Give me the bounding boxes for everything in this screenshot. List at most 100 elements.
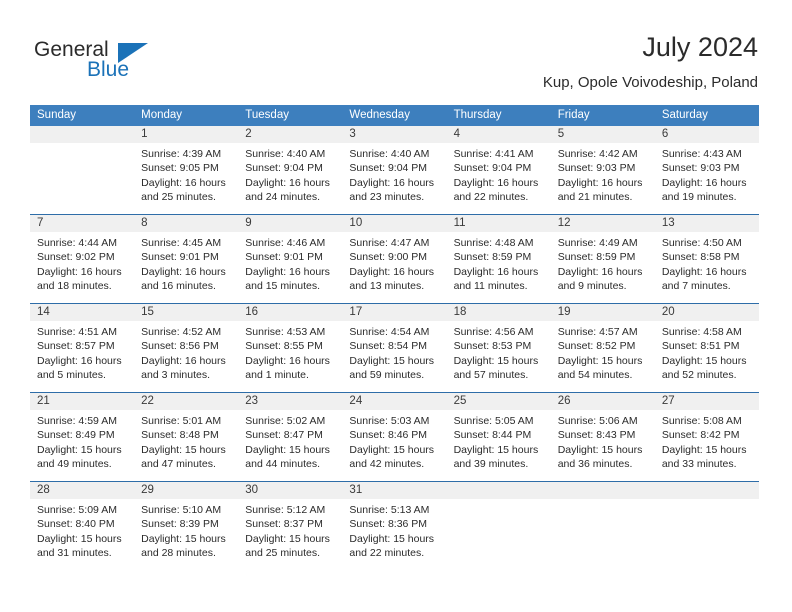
calendar-day-cell[interactable]: 23 Sunrise: 5:02 AM Sunset: 8:47 PM Dayligh…: [238, 393, 343, 481]
day-detail-line: and 39 minutes.: [453, 458, 529, 471]
day-detail-line: and 33 minutes.: [661, 458, 737, 471]
calendar-day-cell[interactable]: 15 Sunrise: 4:52 AM Sunset: 8:56 PM Dayligh…: [134, 304, 239, 392]
day-detail-line: Daylight: 15 hours: [141, 443, 226, 456]
day-detail-line: and 21 minutes.: [557, 191, 633, 204]
calendar-day-cell[interactable]: 10 Sunrise: 4:47 AM Sunset: 9:00 PM Dayligh…: [342, 215, 447, 303]
calendar-day-cell[interactable]: 8 Sunrise: 4:45 AM Sunset: 9:01 PM Daylight…: [134, 215, 239, 303]
day-detail-line: Sunset: 8:55 PM: [245, 340, 323, 353]
day-detail-line: Daylight: 15 hours: [557, 354, 643, 367]
brand-logo[interactable]: General Blue: [34, 38, 214, 90]
calendar-day-cell[interactable]: 6 Sunrise: 4:43 AM Sunset: 9:03 PM Daylight…: [654, 126, 759, 214]
day-detail-line: Daylight: 15 hours: [245, 532, 330, 545]
calendar-day-cell[interactable]: 29 Sunrise: 5:10 AM Sunset: 8:39 PM Dayligh…: [134, 482, 239, 570]
day-number: 23: [238, 393, 343, 410]
day-detail-line: and 16 minutes.: [141, 280, 216, 293]
day-detail-line: and 18 minutes.: [37, 280, 112, 293]
calendar-day-cell[interactable]: 1 Sunrise: 4:39 AM Sunset: 9:05 PM Daylight…: [134, 126, 239, 214]
calendar-day-cell[interactable]: 19 Sunrise: 4:57 AM Sunset: 8:52 PM Dayligh…: [550, 304, 655, 392]
day-detail-line: and 44 minutes.: [245, 458, 320, 471]
day-details: Sunrise: 4:46 AM Sunset: 9:01 PM Daylight:…: [238, 232, 342, 294]
day-detail-line: and 9 minutes.: [557, 280, 627, 293]
calendar-day-cell[interactable]: 18 Sunrise: 4:56 AM Sunset: 8:53 PM Dayligh…: [446, 304, 551, 392]
weekday-header-friday: Friday: [557, 109, 590, 121]
day-details: Sunrise: 5:08 AM Sunset: 8:42 PM Daylight:…: [655, 410, 759, 472]
calendar-day-cell-empty: [446, 482, 551, 570]
day-detail-line: and 1 minute.: [245, 369, 309, 382]
weekday-header-sunday: Sunday: [37, 109, 77, 121]
calendar-day-cell[interactable]: 2 Sunrise: 4:40 AM Sunset: 9:04 PM Daylight…: [238, 126, 343, 214]
day-details: Sunrise: 4:50 AM Sunset: 8:58 PM Daylight:…: [655, 232, 759, 294]
calendar-day-cell[interactable]: 30 Sunrise: 5:12 AM Sunset: 8:37 PM Dayligh…: [238, 482, 343, 570]
day-detail-line: Sunrise: 4:58 AM: [661, 326, 742, 338]
day-details: [447, 499, 551, 503]
day-detail-line: and 59 minutes.: [349, 369, 425, 382]
calendar-day-cell[interactable]: 11 Sunrise: 4:48 AM Sunset: 8:59 PM Dayligh…: [446, 215, 551, 303]
calendar-day-cell[interactable]: 21 Sunrise: 4:59 AM Sunset: 8:49 PM Dayligh…: [30, 393, 135, 481]
day-details: Sunrise: 4:59 AM Sunset: 8:49 PM Daylight:…: [30, 410, 134, 472]
day-detail-line: Sunset: 9:05 PM: [141, 162, 219, 175]
calendar-day-cell[interactable]: 14 Sunrise: 4:51 AM Sunset: 8:57 PM Dayligh…: [30, 304, 135, 392]
day-detail-line: Daylight: 16 hours: [349, 265, 435, 278]
day-detail-line: Sunrise: 4:53 AM: [245, 326, 326, 338]
day-number: [446, 482, 551, 499]
day-detail-line: and 52 minutes.: [661, 369, 737, 382]
day-detail-line: Sunset: 8:36 PM: [349, 518, 428, 531]
day-detail-line: Sunrise: 4:56 AM: [453, 326, 534, 338]
day-detail-line: Sunrise: 4:54 AM: [349, 326, 430, 338]
day-detail-line: Sunrise: 4:48 AM: [453, 237, 534, 249]
calendar-day-cell[interactable]: 20 Sunrise: 4:58 AM Sunset: 8:51 PM Dayligh…: [654, 304, 759, 392]
calendar-week-row: 14 Sunrise: 4:51 AM Sunset: 8:57 PM Dayligh…: [30, 303, 759, 392]
day-detail-line: Daylight: 16 hours: [245, 176, 330, 189]
day-details: Sunrise: 4:52 AM Sunset: 8:56 PM Daylight:…: [134, 321, 238, 383]
day-details: Sunrise: 4:40 AM Sunset: 9:04 PM Daylight:…: [238, 143, 342, 205]
day-detail-line: Sunset: 9:03 PM: [557, 162, 636, 175]
day-number: 16: [238, 304, 343, 321]
calendar-day-cell[interactable]: 12 Sunrise: 4:49 AM Sunset: 8:59 PM Dayligh…: [550, 215, 655, 303]
day-number: 18: [446, 304, 551, 321]
page-title: July 2024: [642, 32, 758, 62]
day-detail-line: Sunset: 9:04 PM: [349, 162, 428, 175]
day-details: Sunrise: 4:41 AM Sunset: 9:04 PM Daylight:…: [447, 143, 551, 205]
calendar-day-cell[interactable]: 16 Sunrise: 4:53 AM Sunset: 8:55 PM Dayligh…: [238, 304, 343, 392]
day-detail-line: Sunrise: 4:42 AM: [557, 148, 638, 160]
day-number: 27: [654, 393, 759, 410]
calendar-day-cell[interactable]: 4 Sunrise: 4:41 AM Sunset: 9:04 PM Daylight…: [446, 126, 551, 214]
day-detail-line: Sunrise: 5:12 AM: [245, 504, 326, 516]
day-detail-line: and 7 minutes.: [661, 280, 731, 293]
day-details: Sunrise: 4:44 AM Sunset: 9:02 PM Daylight:…: [30, 232, 134, 294]
day-number: 10: [342, 215, 447, 232]
calendar-day-cell[interactable]: 24 Sunrise: 5:03 AM Sunset: 8:46 PM Dayligh…: [342, 393, 447, 481]
day-number: 30: [238, 482, 343, 499]
calendar-day-cell[interactable]: 13 Sunrise: 4:50 AM Sunset: 8:58 PM Dayligh…: [654, 215, 759, 303]
calendar-day-cell[interactable]: 9 Sunrise: 4:46 AM Sunset: 9:01 PM Daylight…: [238, 215, 343, 303]
calendar-day-cell[interactable]: 27 Sunrise: 5:08 AM Sunset: 8:42 PM Dayligh…: [654, 393, 759, 481]
calendar-day-cell[interactable]: 25 Sunrise: 5:05 AM Sunset: 8:44 PM Dayligh…: [446, 393, 551, 481]
day-detail-line: Sunset: 8:52 PM: [557, 340, 636, 353]
calendar-day-cell[interactable]: 31 Sunrise: 5:13 AM Sunset: 8:36 PM Dayligh…: [342, 482, 447, 570]
day-detail-line: Daylight: 16 hours: [453, 176, 539, 189]
calendar-day-cell[interactable]: 3 Sunrise: 4:40 AM Sunset: 9:04 PM Daylight…: [342, 126, 447, 214]
day-detail-line: Sunrise: 4:39 AM: [141, 148, 222, 160]
location-subtitle: Kup, Opole Voivodeship, Poland: [542, 74, 758, 91]
day-detail-line: and 25 minutes.: [245, 547, 320, 560]
day-details: Sunrise: 4:51 AM Sunset: 8:57 PM Daylight:…: [30, 321, 134, 383]
day-detail-line: and 15 minutes.: [245, 280, 320, 293]
day-detail-line: Daylight: 15 hours: [37, 532, 122, 545]
calendar-day-cell[interactable]: 22 Sunrise: 5:01 AM Sunset: 8:48 PM Dayligh…: [134, 393, 239, 481]
day-details: Sunrise: 5:03 AM Sunset: 8:46 PM Daylight:…: [342, 410, 446, 472]
day-number: 8: [134, 215, 239, 232]
day-detail-line: Daylight: 15 hours: [141, 532, 226, 545]
day-detail-line: Sunset: 8:53 PM: [453, 340, 532, 353]
calendar-day-cell[interactable]: 17 Sunrise: 4:54 AM Sunset: 8:54 PM Dayligh…: [342, 304, 447, 392]
day-details: Sunrise: 5:12 AM Sunset: 8:37 PM Daylight:…: [238, 499, 342, 561]
calendar-week-row: 28 Sunrise: 5:09 AM Sunset: 8:40 PM Dayligh…: [30, 481, 759, 570]
calendar-day-cell[interactable]: 26 Sunrise: 5:06 AM Sunset: 8:43 PM Dayligh…: [550, 393, 655, 481]
day-detail-line: Sunrise: 4:49 AM: [557, 237, 638, 249]
day-detail-line: Sunrise: 5:08 AM: [661, 415, 742, 427]
calendar-day-cell[interactable]: 7 Sunrise: 4:44 AM Sunset: 9:02 PM Daylight…: [30, 215, 135, 303]
day-detail-line: Sunrise: 5:05 AM: [453, 415, 534, 427]
day-number: 14: [30, 304, 135, 321]
calendar-day-cell[interactable]: 5 Sunrise: 4:42 AM Sunset: 9:03 PM Daylight…: [550, 126, 655, 214]
day-number: 29: [134, 482, 239, 499]
calendar-day-cell[interactable]: 28 Sunrise: 5:09 AM Sunset: 8:40 PM Dayligh…: [30, 482, 135, 570]
